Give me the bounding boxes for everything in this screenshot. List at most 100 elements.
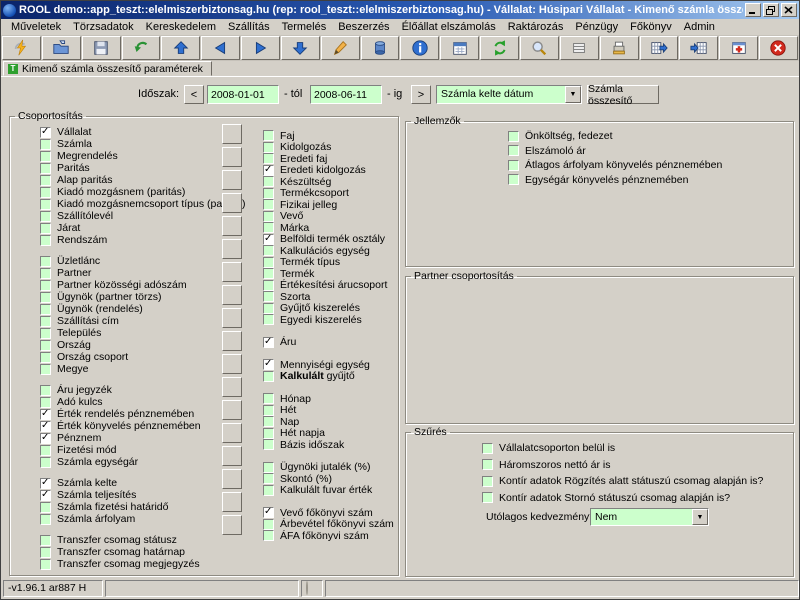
window-cross-button[interactable] xyxy=(719,36,758,60)
menu-item[interactable]: Beszerzés xyxy=(332,20,395,34)
period-next-button[interactable]: > xyxy=(411,85,431,104)
checkbox-item[interactable]: Alap paritás xyxy=(40,174,246,186)
save-button[interactable] xyxy=(82,36,121,60)
date-type-combobox[interactable]: Számla kelte dátum ▼ xyxy=(436,85,582,104)
checkbox-checked[interactable] xyxy=(263,507,274,518)
checkbox-unchecked[interactable] xyxy=(263,416,274,427)
menu-item[interactable]: Főkönyv xyxy=(624,20,678,34)
checkbox-item[interactable]: Partner xyxy=(40,267,246,279)
checkbox-checked[interactable] xyxy=(40,127,51,138)
menu-item[interactable]: Műveletek xyxy=(5,20,67,34)
checkbox-item[interactable]: Készültség xyxy=(263,176,394,188)
next-button[interactable] xyxy=(241,36,280,60)
checkbox-item[interactable]: Kontír adatok Rögzítés alatt státuszú cs… xyxy=(482,473,763,490)
checkbox-unchecked[interactable] xyxy=(263,257,274,268)
checkbox-unchecked[interactable] xyxy=(40,256,51,267)
order-box[interactable] xyxy=(222,170,242,190)
order-box[interactable] xyxy=(222,308,242,328)
checkbox-item[interactable]: Transzfer csomag határnap xyxy=(40,546,246,558)
checkbox-item[interactable]: Paritás xyxy=(40,162,246,174)
checkbox-unchecked[interactable] xyxy=(508,145,519,156)
checkbox-unchecked[interactable] xyxy=(40,223,51,234)
info-button[interactable] xyxy=(400,36,439,60)
checkbox-item[interactable]: Vevő xyxy=(263,211,394,223)
checkbox-checked[interactable] xyxy=(40,490,51,501)
checkbox-item[interactable]: Mennyiségi egység xyxy=(263,359,394,371)
checkbox-item[interactable]: Kalkulációs egység xyxy=(263,245,394,257)
checkbox-unchecked[interactable] xyxy=(40,397,51,408)
checkbox-item[interactable]: Háromszoros nettó ár is xyxy=(482,457,763,474)
checkbox-unchecked[interactable] xyxy=(40,352,51,363)
checkbox-item[interactable]: ÁFA főkönyvi szám xyxy=(263,530,394,542)
checkbox-item[interactable]: Elszámoló ár xyxy=(508,144,722,159)
checkbox-checked[interactable] xyxy=(263,165,274,176)
checkbox-item[interactable]: Áru xyxy=(263,337,394,349)
checkbox-item[interactable]: Belföldi termék osztály xyxy=(263,234,394,246)
checkbox-unchecked[interactable] xyxy=(482,443,493,454)
order-box[interactable] xyxy=(222,331,242,351)
checkbox-unchecked[interactable] xyxy=(508,160,519,171)
checkbox-item[interactable]: Ügynök (partner törzs) xyxy=(40,291,246,303)
checkbox-item[interactable]: Partner közösségi adószám xyxy=(40,279,246,291)
checkbox-unchecked[interactable] xyxy=(40,280,51,291)
checkbox-unchecked[interactable] xyxy=(40,559,51,570)
checkbox-unchecked[interactable] xyxy=(40,187,51,198)
checkbox-unchecked[interactable] xyxy=(263,268,274,279)
checkbox-item[interactable]: Kontír adatok Stornó státuszú csomag ala… xyxy=(482,490,763,507)
checkbox-item[interactable]: Hét xyxy=(263,405,394,417)
checkbox-checked[interactable] xyxy=(263,337,274,348)
checkbox-item[interactable]: Eredeti kidolgozás xyxy=(263,165,394,177)
checkbox-unchecked[interactable] xyxy=(40,457,51,468)
checkbox-unchecked[interactable] xyxy=(263,314,274,325)
checkbox-item[interactable]: Üzletlánc xyxy=(40,255,246,267)
checkbox-unchecked[interactable] xyxy=(40,175,51,186)
close-window-button[interactable] xyxy=(781,3,797,17)
checkbox-unchecked[interactable] xyxy=(40,445,51,456)
navigate-top-button[interactable] xyxy=(161,36,200,60)
database-button[interactable] xyxy=(361,36,400,60)
checkbox-unchecked[interactable] xyxy=(263,130,274,141)
checkbox-item[interactable]: Gyűjtő kiszerelés xyxy=(263,303,394,315)
checkbox-unchecked[interactable] xyxy=(482,476,493,487)
menu-item[interactable]: Élőállat elszámolás xyxy=(396,20,502,34)
checkbox-item[interactable]: Árbevétel főkönyvi szám xyxy=(263,519,394,531)
menu-item[interactable]: Raktározás xyxy=(502,20,570,34)
checkbox-item[interactable]: Önköltség, fedezet xyxy=(508,129,722,144)
checkbox-unchecked[interactable] xyxy=(508,131,519,142)
checkbox-item[interactable]: Ország xyxy=(40,339,246,351)
checkbox-item[interactable]: Egyedi kiszerelés xyxy=(263,314,394,326)
checkbox-unchecked[interactable] xyxy=(40,292,51,303)
checkbox-item[interactable]: Vállalatcsoporton belül is xyxy=(482,440,763,457)
checkbox-unchecked[interactable] xyxy=(508,174,519,185)
undo-button[interactable] xyxy=(122,36,161,60)
menu-item[interactable]: Szállítás xyxy=(222,20,276,34)
checkbox-unchecked[interactable] xyxy=(263,428,274,439)
checkbox-item[interactable]: Szállítási cím xyxy=(40,315,246,327)
checkbox-unchecked[interactable] xyxy=(263,303,274,314)
checkbox-item[interactable]: Termékcsoport xyxy=(263,188,394,200)
checkbox-checked[interactable] xyxy=(40,409,51,420)
checkbox-item[interactable]: Adó kulcs xyxy=(40,396,246,408)
menu-item[interactable]: Pénzügy xyxy=(569,20,624,34)
period-from-input[interactable] xyxy=(207,85,279,104)
order-box[interactable] xyxy=(222,193,242,213)
checkbox-item[interactable]: Ügynök (rendelés) xyxy=(40,303,246,315)
order-box[interactable] xyxy=(222,285,242,305)
period-prev-button[interactable]: < xyxy=(184,85,204,104)
checkbox-unchecked[interactable] xyxy=(40,535,51,546)
checkbox-item[interactable]: Kiadó mozgásnemcsoport típus (paritás) xyxy=(40,198,246,210)
checkbox-item[interactable]: Számla teljesítés xyxy=(40,489,246,501)
checkbox-item[interactable]: Hét napja xyxy=(263,428,394,440)
order-box[interactable] xyxy=(222,400,242,420)
summary-button[interactable]: Számla összesítő xyxy=(587,85,659,104)
checkbox-item[interactable]: Számla árfolyam xyxy=(40,513,246,525)
checkbox-unchecked[interactable] xyxy=(40,268,51,279)
checkbox-unchecked[interactable] xyxy=(263,153,274,164)
order-box[interactable] xyxy=(222,147,242,167)
checkbox-unchecked[interactable] xyxy=(263,222,274,233)
list-rows-button[interactable] xyxy=(560,36,599,60)
checkbox-item[interactable]: Számla fizetési határidő xyxy=(40,501,246,513)
order-box[interactable] xyxy=(222,423,242,443)
order-box[interactable] xyxy=(222,124,242,144)
checkbox-unchecked[interactable] xyxy=(263,393,274,404)
